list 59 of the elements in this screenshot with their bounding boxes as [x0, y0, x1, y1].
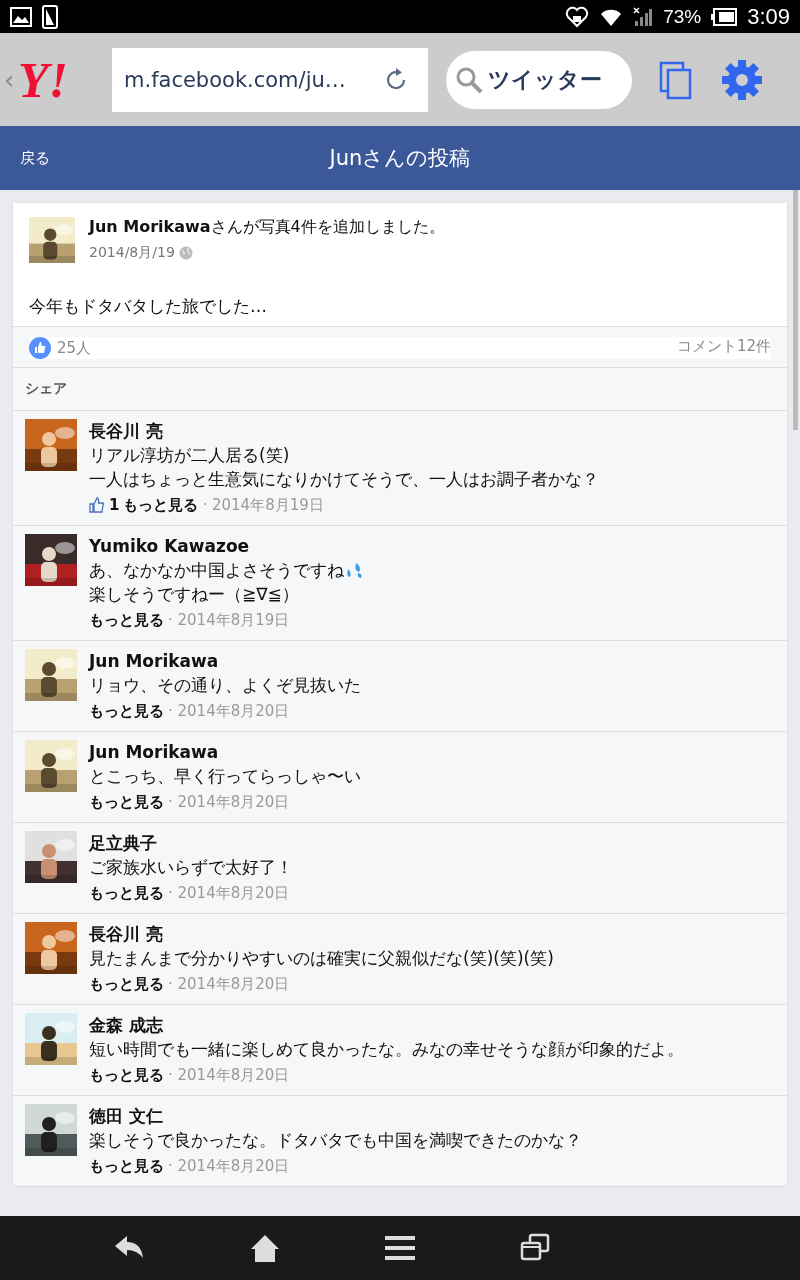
more-link[interactable]: もっと見る	[89, 790, 164, 814]
post-text: 今年もドタバタした旅でした…	[13, 263, 787, 326]
comment-text: 一人はちょっと生意気になりかけてそうで、一人はお調子者かな？	[89, 468, 599, 491]
address-bar[interactable]: m.facebook.com/ju…	[112, 47, 428, 112]
commenter-name[interactable]: 足立典子	[89, 831, 293, 855]
comment-text: 見たまんまで分かりやすいのは確実に父親似だな(笑)(笑)(笑)	[89, 947, 554, 970]
page-title: Junさんの投稿	[329, 145, 471, 172]
settings-icon[interactable]	[720, 57, 764, 102]
comment-text: 短い時間でも一緒に楽しめて良かったな。みなの幸せそうな顔が印象的だよ。	[89, 1038, 684, 1061]
heart-icon	[565, 5, 590, 28]
comment-text: とこっち、早く行ってらっしゃ〜い	[89, 765, 361, 788]
post-title: Jun Morikawaさんが写真4件を追加しました。	[89, 217, 445, 238]
commenter-name[interactable]: 長谷川 亮	[89, 922, 554, 946]
comment-text: あ、なかなか中国よさそうですね	[89, 559, 344, 582]
commenter-name[interactable]: Jun Morikawa	[89, 649, 361, 673]
thumbs-up-icon	[89, 497, 105, 513]
tabs-icon[interactable]	[658, 59, 694, 100]
more-link[interactable]: もっと見る	[89, 699, 164, 723]
menu-icon[interactable]	[384, 1235, 415, 1261]
comment-date: · 2014年8月20日	[168, 974, 290, 995]
home-icon[interactable]	[249, 1233, 280, 1263]
comment-text: ご家族水いらずで太好了！	[89, 856, 293, 879]
commenter-name[interactable]: Yumiko Kawazoe	[89, 534, 366, 558]
phone-icon	[42, 4, 58, 29]
comment-count[interactable]: コメント12件	[676, 337, 771, 359]
commenter-name[interactable]: 徳田 文仁	[89, 1104, 582, 1128]
more-link[interactable]: もっと見る	[89, 972, 164, 996]
search-field[interactable]: ツイッター	[446, 50, 632, 109]
recent-apps-icon[interactable]	[519, 1233, 550, 1263]
comment-date: · 2014年8月20日	[168, 792, 290, 813]
more-link[interactable]: もっと見る	[89, 608, 164, 632]
battery-percent: 73%	[663, 5, 702, 28]
comment-text: リアル淳坊が二人居る(笑)	[89, 444, 290, 467]
comment-text: リョウ、その通り、よくぞ見抜いた	[89, 674, 361, 697]
comment-date: · 2014年8月20日	[168, 1156, 290, 1177]
more-link[interactable]: もっと見る	[89, 1154, 164, 1178]
like-count[interactable]: 25人	[57, 338, 92, 358]
commenter-name[interactable]: 長谷川 亮	[89, 419, 599, 443]
comment-date: · 2014年8月20日	[168, 701, 290, 722]
battery-icon	[711, 7, 738, 26]
more-link[interactable]: もっと見る	[89, 1063, 164, 1087]
clock-time: 3:09	[747, 3, 790, 30]
back-link[interactable]: 戻る	[20, 148, 50, 168]
comment-date: · 2014年8月19日	[202, 495, 324, 516]
comment-date: · 2014年8月20日	[168, 1065, 290, 1086]
image-icon	[10, 6, 32, 27]
comment-date: · 2014年8月20日	[168, 883, 290, 904]
comment-text: 楽しそうで良かったな。ドタバタでも中国を満喫できたのかな？	[89, 1129, 582, 1152]
signal-icon	[633, 6, 654, 27]
comment-date: · 2014年8月19日	[168, 610, 290, 631]
comment-like-count: 1	[109, 495, 120, 516]
post-date: 2014/8月/19	[89, 244, 175, 262]
more-link[interactable]: もっと見る	[123, 493, 199, 517]
comment-text: 楽しそうですねー（≧∇≦）	[89, 583, 299, 606]
commenter-name[interactable]: Jun Morikawa	[89, 740, 361, 764]
more-link[interactable]: もっと見る	[89, 881, 164, 905]
commenter-name[interactable]: 金森 成志	[89, 1013, 684, 1037]
share-bar[interactable]: シェア	[13, 367, 787, 410]
like-icon	[29, 337, 51, 359]
